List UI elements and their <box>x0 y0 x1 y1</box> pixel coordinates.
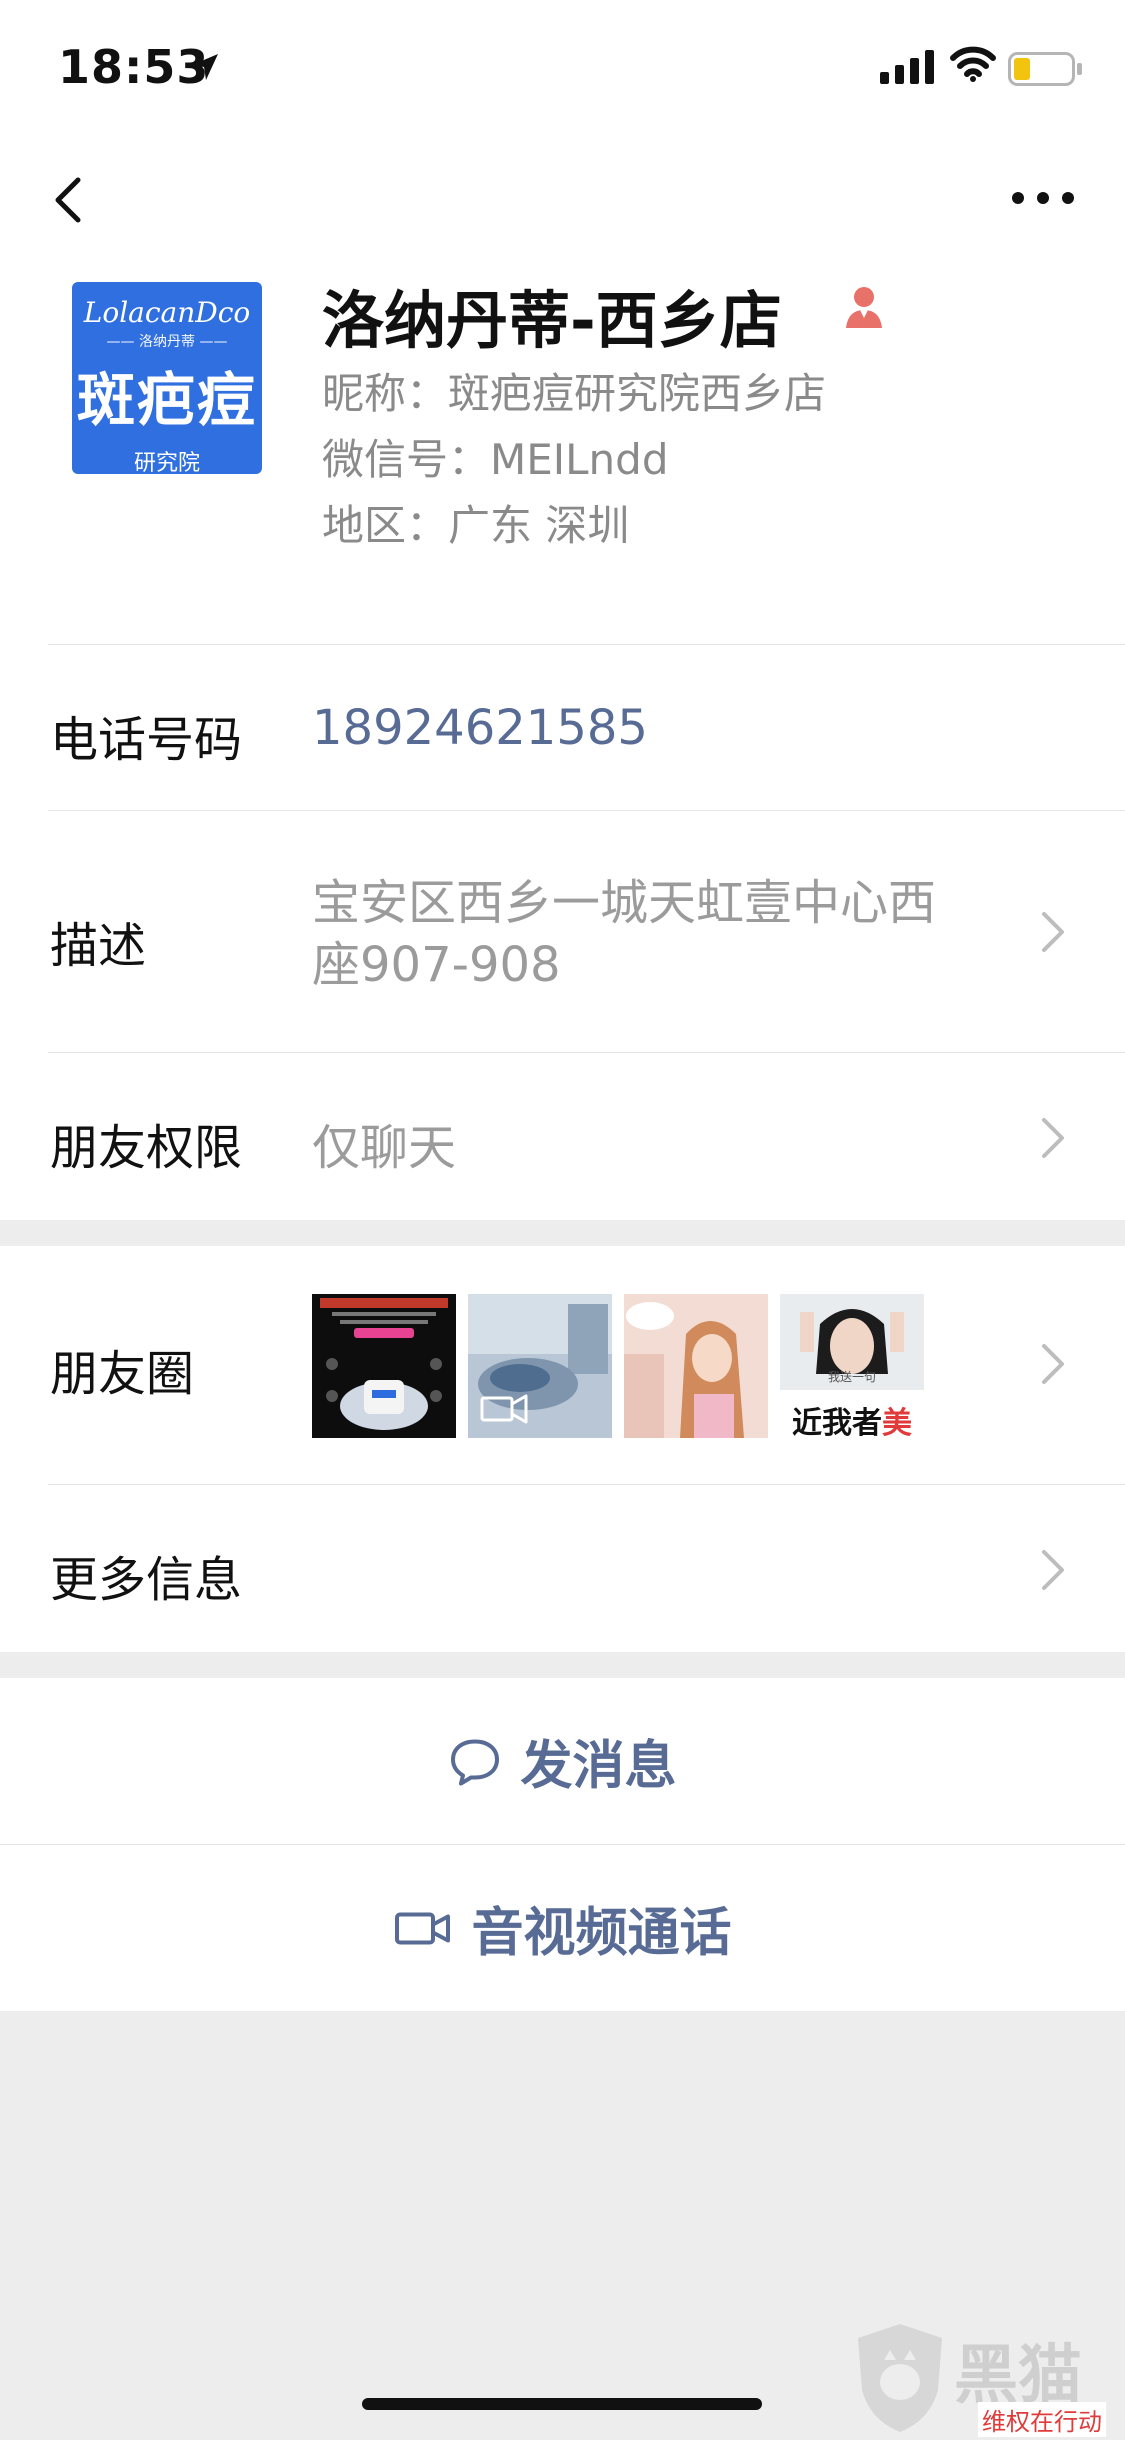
status-bar: 18:53 <box>0 0 1125 140</box>
permissions-label: 朋友权限 <box>50 1120 243 1176</box>
phone-label: 电话号码 <box>50 712 243 768</box>
chevron-right-icon <box>1042 1550 1064 1590</box>
contact-nickname: 昵称：斑疤痘研究院西乡店 <box>322 369 827 418</box>
moments-label: 朋友圈 <box>50 1346 195 1402</box>
phone-number-link[interactable]: 18924621585 <box>312 700 648 756</box>
divider <box>48 1484 1125 1485</box>
cellular-signal-icon <box>880 50 934 84</box>
chevron-left-icon <box>55 177 81 223</box>
description-line-2: 座907-908 <box>312 937 561 993</box>
divider <box>48 1052 1125 1053</box>
page-white-background <box>0 0 1125 1220</box>
chat-bubble-icon <box>450 1739 499 1785</box>
avatar-sub-text: 研究院 <box>133 451 200 474</box>
battery-low-icon <box>1008 52 1082 86</box>
status-time: 18:53 <box>58 40 210 94</box>
description-line-1: 宝安区西乡一城天虹壹中心西 <box>312 875 937 931</box>
audio-video-call-button[interactable]: 音视频通话 <box>0 1845 1125 2011</box>
meme-caption-a: 近我者 <box>792 1406 882 1438</box>
send-message-content: 发消息 <box>448 1724 677 1799</box>
video-thumbnail-icon <box>468 1294 612 1438</box>
portrait-thumbnail-icon <box>624 1294 768 1438</box>
promo-poster-thumbnail-icon <box>312 1294 456 1438</box>
avatar-brand-subtext: —— 洛纳丹蒂 —— <box>106 334 228 350</box>
call-content: 音视频通话 <box>393 1891 732 1966</box>
permissions-value: 仅聊天 <box>312 1120 457 1176</box>
divider <box>48 810 1125 811</box>
moments-thumb-meme[interactable]: 我送一句 近我者美 <box>780 1294 924 1438</box>
chevron-right-icon <box>1042 912 1064 952</box>
more-dots-icon <box>1012 192 1074 204</box>
description-value: 宝安区西乡一城天虹壹中心西 座907-908 <box>312 872 936 996</box>
location-arrow-icon <box>192 54 218 80</box>
avatar-brand-text: LolacanDco <box>83 296 251 329</box>
avatar[interactable]: LolacanDco —— 洛纳丹蒂 —— 斑疤痘 研究院 <box>72 282 262 474</box>
chevron-right-icon <box>1042 1344 1064 1384</box>
moments-thumb-promo[interactable] <box>312 1294 456 1438</box>
contact-name: 洛纳丹蒂-西乡店 <box>322 284 782 357</box>
meme-caption: 近我者美 <box>780 1398 924 1438</box>
avatar-main-text: 斑疤痘 <box>76 366 257 434</box>
call-label: 音视频通话 <box>471 1903 732 1964</box>
meme-caption-b: 美 <box>882 1406 912 1438</box>
meme-small-text: 我送一句 <box>827 1370 876 1384</box>
watermark-subtext: 维权在行动 <box>978 2402 1106 2437</box>
more-info-label: 更多信息 <box>50 1552 243 1608</box>
chevron-right-icon <box>1042 1118 1064 1158</box>
contact-region: 地区：广东 深圳 <box>322 501 630 550</box>
video-camera-icon <box>394 1912 450 1944</box>
send-message-label: 发消息 <box>520 1736 677 1797</box>
watermark-logo: 黑猫 维权在行动 <box>850 2320 1120 2437</box>
description-label: 描述 <box>50 918 147 974</box>
female-gender-icon <box>846 287 882 328</box>
send-message-button[interactable]: 发消息 <box>0 1678 1125 1844</box>
home-indicator[interactable] <box>362 2398 762 2410</box>
back-button[interactable] <box>40 160 100 240</box>
moments-thumb-portrait[interactable] <box>624 1294 768 1438</box>
wifi-icon <box>950 46 996 82</box>
divider <box>48 644 1125 645</box>
cat-shield-icon <box>858 2324 942 2432</box>
contact-wechat-id: 微信号：MEILndd <box>322 435 669 484</box>
moments-thumb-video[interactable] <box>468 1294 612 1438</box>
more-options-button[interactable] <box>1000 170 1090 230</box>
